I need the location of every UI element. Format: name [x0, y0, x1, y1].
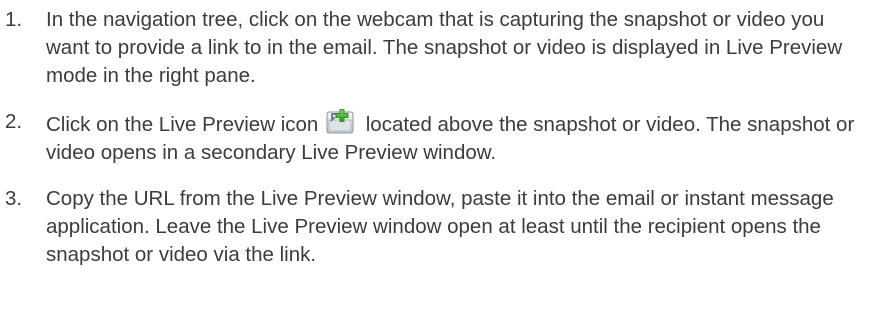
- step-text: Copy the URL from the Live Preview windo…: [46, 187, 834, 266]
- step-text: Click on the Live Preview icon located a…: [46, 108, 880, 167]
- step-2: 2. Click on the Live Preview icon locate…: [0, 108, 880, 167]
- step-number: 3.: [5, 187, 23, 210]
- step-1: 1. In the navigation tree, click on the …: [0, 6, 880, 90]
- step-number: 2.: [5, 110, 23, 133]
- live-preview-add-icon: [326, 108, 354, 134]
- step-number: 1.: [5, 8, 23, 31]
- instruction-steps: 1. In the navigation tree, click on the …: [0, 0, 880, 269]
- step-text-before-icon: Click on the Live Preview icon: [46, 113, 319, 136]
- step-text: In the navigation tree, click on the web…: [46, 8, 843, 87]
- step-3: 3. Copy the URL from the Live Preview wi…: [0, 185, 880, 269]
